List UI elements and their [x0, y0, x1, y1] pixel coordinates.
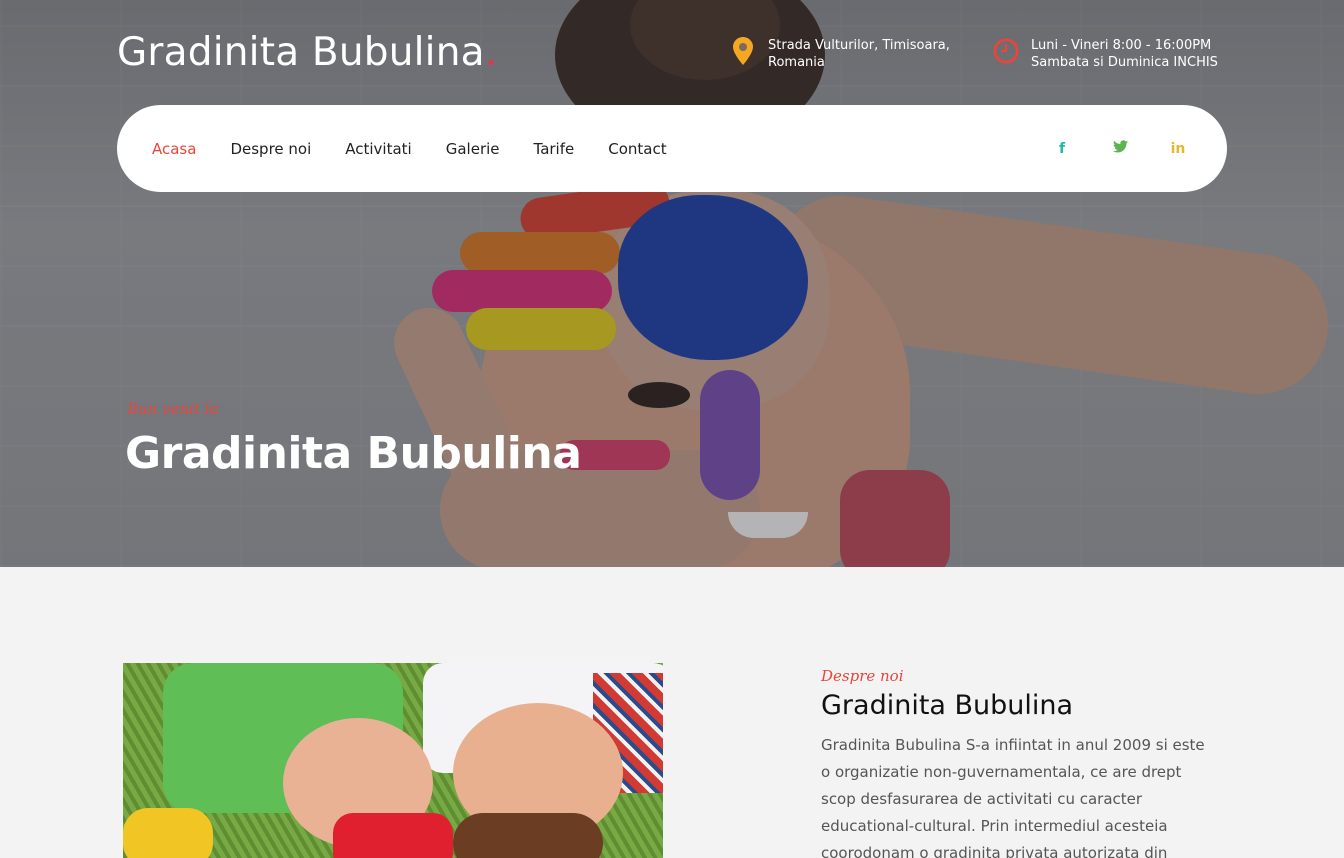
nav-item-tarife[interactable]: Tarife	[534, 140, 575, 158]
logo-dot: .	[484, 30, 498, 75]
about-description: Gradinita Bubulina S-a infiintat in anul…	[821, 736, 1205, 858]
map-pin-icon	[730, 36, 756, 66]
hero-dark-overlay	[0, 0, 1344, 567]
logo-text: Gradinita Bubulina	[117, 30, 485, 75]
hero-kicker: Bun venit la	[127, 400, 219, 418]
hero-banner: Bun venit la Gradinita Bubulina	[0, 0, 1344, 567]
facebook-icon[interactable]: f	[1053, 141, 1071, 157]
address-line-2: Romania	[768, 55, 825, 70]
clock-icon	[993, 36, 1019, 66]
nav-item-activitati[interactable]: Activitati	[345, 140, 411, 158]
social-links: f in	[1053, 105, 1187, 192]
about-photo-hair	[453, 813, 603, 858]
address-line-1: Strada Vulturilor, Timisoara,	[768, 38, 950, 53]
nav-item-galerie[interactable]: Galerie	[446, 140, 500, 158]
nav-item-acasa[interactable]: Acasa	[152, 140, 196, 158]
hours-line-1: Luni - Vineri 8:00 - 16:00PM	[1031, 38, 1212, 53]
hours-line-2: Sambata si Duminica INCHIS	[1031, 55, 1218, 70]
main-navbar: Acasa Despre noi Activitati Galerie Tari…	[117, 105, 1227, 192]
linkedin-icon[interactable]: in	[1169, 141, 1187, 157]
header-address: Strada Vulturilor, Timisoara, Romania	[730, 36, 950, 71]
about-photo-red-shirt	[333, 813, 453, 858]
about-title: Gradinita Bubulina	[821, 690, 1074, 721]
about-photo-kids	[123, 663, 663, 858]
hero-title: Gradinita Bubulina	[125, 428, 582, 479]
twitter-icon[interactable]	[1111, 140, 1129, 157]
site-logo[interactable]: Gradinita Bubulina.	[117, 30, 497, 75]
about-kicker: Despre noi	[821, 667, 904, 685]
nav-item-contact[interactable]: Contact	[608, 140, 666, 158]
nav-item-despre-noi[interactable]: Despre noi	[230, 140, 311, 158]
about-photo-yellow-shirt	[123, 808, 213, 858]
header-hours: Luni - Vineri 8:00 - 16:00PM Sambata si …	[993, 36, 1218, 71]
